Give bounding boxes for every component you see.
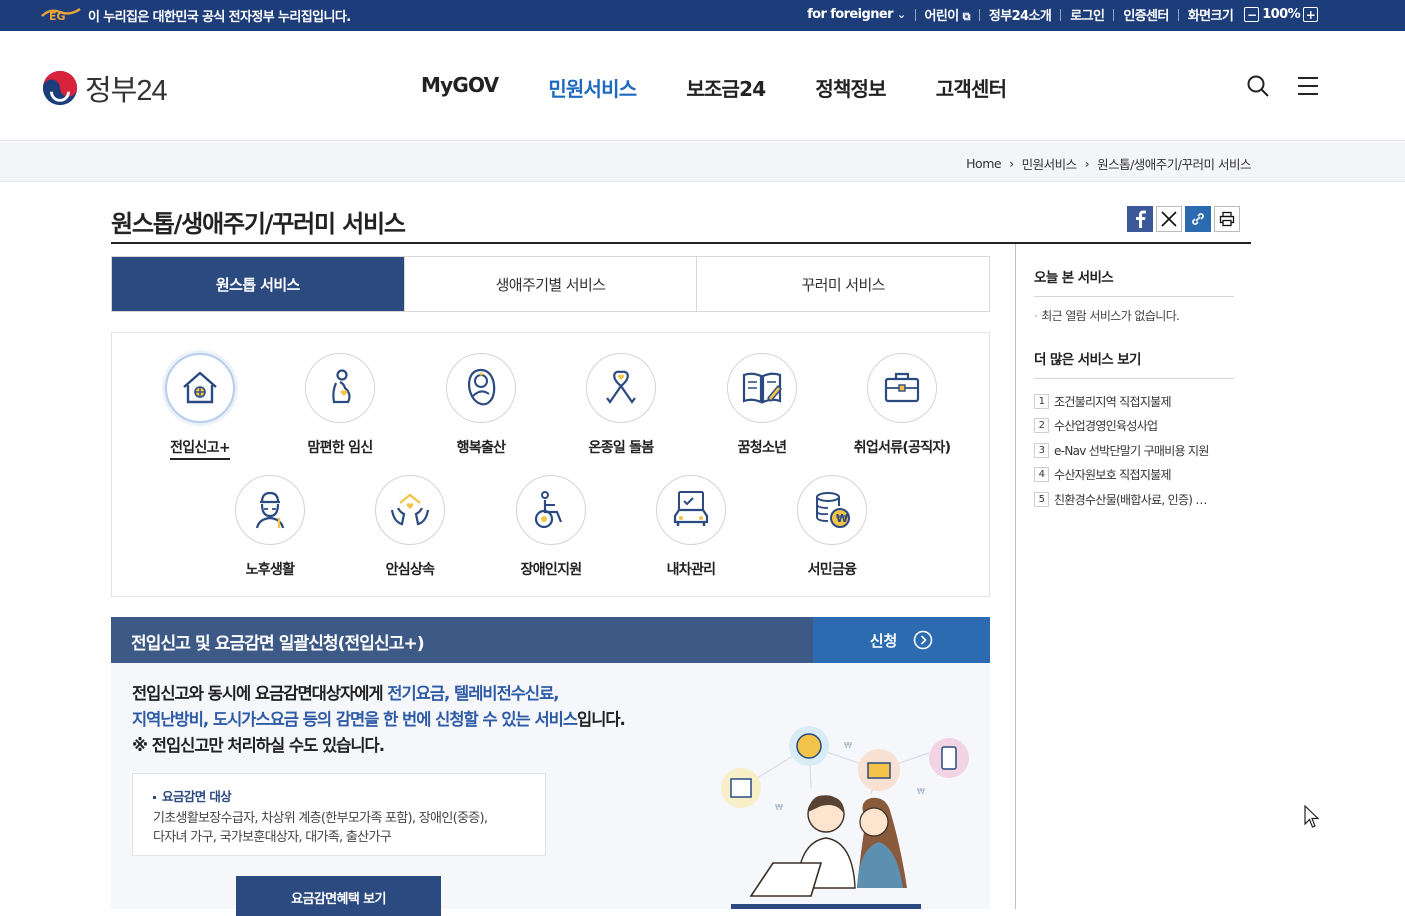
- gov24-logo[interactable]: 정부24: [41, 67, 168, 109]
- taegeuk-icon: [42, 70, 78, 106]
- print-icon[interactable]: [1214, 206, 1240, 232]
- main-navigation: MyGOV 민원서비스 보조금24 정책정보 고객센터: [421, 73, 1056, 102]
- car-icon: [673, 491, 709, 526]
- chevron-down-icon: ⌄: [896, 8, 906, 21]
- page-title: 원스톱/생애주기/꾸러미 서비스: [111, 210, 406, 238]
- utility-links: for foreigner ⌄ 어린이 ⧉ 정부24소개 로그인 인증센터 화면크기…: [807, 5, 1321, 24]
- discount-target-box: 요금감면 대상 기초생활보장수급자, 차상위 계층(한부모가족 포함), 장애인…: [132, 773, 546, 856]
- list-item[interactable]: 2 수산업경영인육성사업: [1034, 414, 1234, 439]
- about-gov24-link[interactable]: 정부24소개: [989, 5, 1052, 24]
- svg-text:₩: ₩: [844, 741, 852, 750]
- tab-lifecycle[interactable]: 생애주기별 서비스: [403, 257, 697, 311]
- arrow-circle-right-icon: [913, 630, 933, 650]
- list-item[interactable]: 5 친환경수산물(배합사료, 인증) …: [1034, 487, 1234, 512]
- svg-text:₩: ₩: [917, 787, 925, 796]
- recent-services-title: 오늘 본 서비스: [1034, 266, 1234, 297]
- list-item[interactable]: 1 조건불리지역 직접지불제: [1034, 389, 1234, 414]
- share-buttons: [1127, 206, 1240, 232]
- tab-package[interactable]: 꾸러미 서비스: [696, 257, 990, 311]
- certification-center-link[interactable]: 인증센터: [1123, 5, 1169, 24]
- list-item[interactable]: 3 e-Nav 선박단말기 구매비용 지원: [1034, 438, 1234, 463]
- wheelchair-icon: [534, 491, 563, 529]
- apply-button[interactable]: 신청: [813, 617, 990, 663]
- service-detail-title: 전입신고 및 요금감면 일괄신청(전입신고+): [131, 634, 425, 654]
- zoom-out-button[interactable]: −: [1244, 7, 1260, 22]
- service-move-in[interactable]: 전입신고+: [130, 353, 270, 460]
- service-youth[interactable]: 꿈청소년: [692, 353, 832, 457]
- side-divider: [1015, 244, 1016, 909]
- briefcase-icon: [884, 372, 920, 403]
- discount-target-text: 기초생활보장수급자, 차상위 계층(한부모가족 포함), 장애인(중증), 다자…: [153, 811, 488, 845]
- breadcrumb: Home › 민원서비스 › 원스톱/생애주기/꾸러미 서비스: [966, 154, 1251, 173]
- header-icons: [1246, 74, 1320, 98]
- breadcrumb-civil-service[interactable]: 민원서비스: [1022, 154, 1078, 173]
- service-detail-body: 전입신고와 동시에 요금감면대상자에게 전기요금, 텔레비전수신료, 지역난방비…: [111, 663, 990, 916]
- service-employment-docs[interactable]: 취업서류(공직자): [832, 353, 972, 457]
- service-car-management[interactable]: 내차관리: [621, 475, 761, 579]
- official-site-notice: 이 누리집은 대한민국 공식 전자정부 누리집입니다.: [88, 10, 351, 25]
- tab-onestop[interactable]: 원스톱 서비스: [112, 257, 404, 311]
- login-link[interactable]: 로그인: [1070, 5, 1105, 24]
- x-icon[interactable]: [1156, 206, 1182, 232]
- top-utility-bar: EG 이 누리집은 대한민국 공식 전자정부 누리집입니다. for forei…: [0, 0, 1405, 31]
- side-panel: 오늘 본 서비스 최근 열람 서비스가 없습니다. 더 많은 서비스 보기 1조…: [1034, 266, 1234, 512]
- nav-civil-service[interactable]: 민원서비스: [548, 73, 637, 102]
- breadcrumb-band: Home › 민원서비스 › 원스톱/생애주기/꾸러미 서비스: [0, 142, 1405, 182]
- service-birth[interactable]: 행복출산: [411, 353, 551, 457]
- hands-house-icon: [390, 493, 430, 526]
- discount-benefit-button[interactable]: 요금감면혜택 보기: [236, 876, 441, 916]
- title-divider: [111, 242, 1251, 244]
- ribbon-icon: [606, 370, 636, 404]
- chevron-right-icon: ›: [1009, 156, 1014, 171]
- recent-services-empty: 최근 열람 서비스가 없습니다.: [1034, 307, 1234, 324]
- menu-icon[interactable]: [1296, 74, 1320, 98]
- kids-link[interactable]: 어린이 ⧉: [925, 5, 971, 24]
- more-services-list: 1 조건불리지역 직접지불제 2 수산업경영인육성사업 3 e-Nav 선박단말기 구…: [1034, 389, 1234, 512]
- baby-icon: [468, 368, 496, 406]
- service-tabs: 원스톱 서비스 생애주기별 서비스 꾸러미 서비스: [111, 256, 990, 312]
- service-grid: 전입신고+ 맘편한 임신 행복출산 온종일 돌봄 꿈청소년 취업서류(공직자) …: [111, 332, 990, 597]
- breadcrumb-current[interactable]: 원스톱/생애주기/꾸러미 서비스: [1097, 154, 1251, 173]
- elder-icon: [255, 491, 285, 529]
- search-icon[interactable]: [1246, 74, 1270, 98]
- service-inheritance[interactable]: 안심상속: [340, 475, 480, 579]
- link-icon[interactable]: [1185, 206, 1211, 232]
- coins-icon: ₩: [816, 492, 850, 528]
- svg-text:₩: ₩: [836, 512, 848, 525]
- more-services-title: 더 많은 서비스 보기: [1034, 348, 1234, 379]
- service-microfinance[interactable]: ₩ 서민금융: [762, 475, 902, 579]
- mouse-cursor-icon: [1304, 805, 1320, 828]
- external-link-icon: ⧉: [962, 10, 971, 23]
- site-header: 정부24 MyGOV 민원서비스 보조금24 정책정보 고객센터: [0, 31, 1405, 141]
- nav-mygov[interactable]: MyGOV: [421, 73, 499, 102]
- screen-size-label: 화면크기: [1187, 9, 1234, 24]
- breadcrumb-home[interactable]: Home: [966, 156, 1001, 171]
- discount-target-title: 요금감면 대상: [153, 786, 525, 805]
- pregnant-icon: [332, 369, 351, 404]
- service-detail-header: 전입신고 및 요금감면 일괄신청(전입신고+) 신청: [111, 617, 990, 663]
- svg-text:EG: EG: [49, 10, 66, 22]
- book-icon: [742, 372, 782, 404]
- nav-policy-info[interactable]: 정책정보: [815, 73, 886, 102]
- logo-text: 정부24: [85, 75, 168, 107]
- house-icon: [183, 371, 217, 404]
- chevron-right-icon: ›: [1084, 156, 1090, 171]
- service-description: 전입신고와 동시에 요금감면대상자에게 전기요금, 텔레비전수신료, 지역난방비…: [132, 684, 626, 755]
- service-childcare[interactable]: 온종일 돌봄: [551, 353, 691, 457]
- nav-customer-center[interactable]: 고객센터: [936, 73, 1007, 102]
- service-retirement[interactable]: 노후생활: [200, 475, 340, 579]
- list-item[interactable]: 4 수산자원보호 직접지불제: [1034, 463, 1234, 488]
- service-illustration: ₩ ₩ ₩: [721, 726, 969, 909]
- svg-text:₩: ₩: [775, 803, 783, 812]
- e-government-logo-icon: EG: [41, 7, 81, 22]
- service-pregnancy[interactable]: 맘편한 임신: [270, 353, 410, 457]
- zoom-value: 100%: [1262, 7, 1300, 22]
- zoom-in-button[interactable]: +: [1303, 7, 1318, 22]
- nav-subsidy24[interactable]: 보조금24: [686, 73, 766, 102]
- facebook-icon[interactable]: [1127, 206, 1153, 232]
- for-foreigner-link[interactable]: for foreigner ⌄: [807, 7, 906, 22]
- service-disability-support[interactable]: 장애인지원: [481, 475, 621, 579]
